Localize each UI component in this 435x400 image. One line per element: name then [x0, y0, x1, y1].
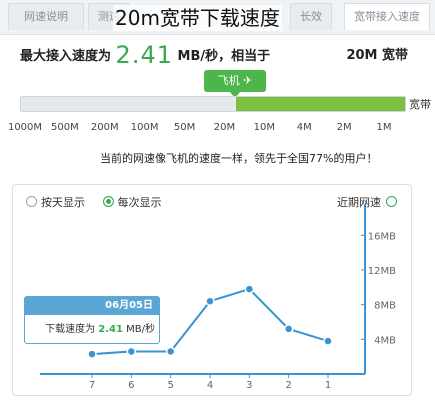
tooltip-line: 下载速度为 2.41 MB/秒 [25, 315, 159, 335]
x-tick-label: 4 [207, 380, 213, 391]
tooltip-label: 下载速度为 [45, 324, 96, 335]
x-tick-label: 7 [89, 380, 95, 391]
y-tick-label: 4MB [374, 335, 396, 346]
tooltip-date: 06月05日 [25, 297, 159, 315]
y-tick-label: 8MB [374, 301, 396, 312]
data-point [283, 324, 294, 334]
chart-tooltip: 06月05日 下载速度为 2.41 MB/秒 [24, 296, 160, 344]
x-tick-label: 5 [167, 380, 173, 391]
tooltip-value: 2.41 [98, 324, 123, 335]
data-point [87, 349, 97, 359]
y-tick-label: 16MB [368, 231, 396, 242]
data-point [165, 346, 176, 357]
tooltip-unit: MB/秒 [126, 324, 155, 335]
data-point [205, 296, 215, 306]
x-tick-label: 3 [246, 380, 252, 391]
data-point [323, 336, 333, 346]
data-point [244, 284, 255, 294]
x-tick-label: 2 [285, 380, 291, 391]
x-tick-label: 6 [128, 380, 134, 391]
data-point [126, 346, 137, 357]
x-tick-label: 1 [325, 380, 331, 391]
y-tick-label: 12MB [368, 266, 396, 277]
